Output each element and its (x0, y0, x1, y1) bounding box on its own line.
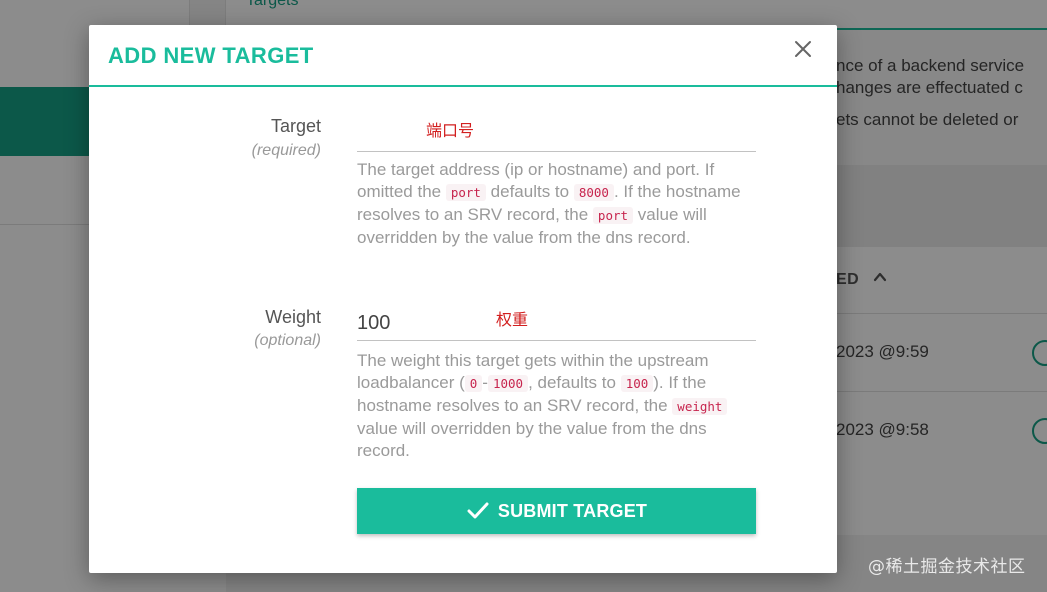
submit-label: SUBMIT TARGET (497, 500, 648, 521)
close-button[interactable] (791, 37, 815, 61)
modal-title: ADD NEW TARGET (108, 43, 314, 68)
target-help-text: The target address (ip or hostname) and … (357, 160, 741, 247)
code-default-port: 8000 (573, 184, 614, 201)
weight-help-text: The weight this target gets within the u… (357, 350, 762, 462)
weight-input[interactable] (357, 307, 756, 341)
weight-label: Weight (265, 307, 321, 327)
target-annotation: 端口号 (426, 121, 475, 140)
code-port: port (445, 184, 486, 201)
weight-optional-hint: (optional) (254, 332, 321, 349)
code-port: port (592, 207, 634, 224)
code-max: 1000 (487, 375, 529, 392)
close-icon (795, 41, 811, 57)
target-label: Target (270, 116, 321, 136)
target-required-hint: (required) (251, 142, 321, 159)
check-icon (467, 502, 489, 519)
add-target-modal: ADD NEW TARGET Target (required) 端口号 The… (89, 25, 837, 573)
modal-header: ADD NEW TARGET (89, 25, 837, 87)
code-default-weight: 100 (620, 375, 654, 392)
weight-annotation: 权重 (496, 310, 529, 329)
watermark: @稀土掘金技术社区 (868, 557, 1026, 577)
code-min: 0 (464, 375, 483, 392)
submit-target-button[interactable]: SUBMIT TARGET (357, 488, 756, 534)
code-weight: weight (672, 398, 728, 415)
target-input[interactable] (357, 118, 756, 152)
